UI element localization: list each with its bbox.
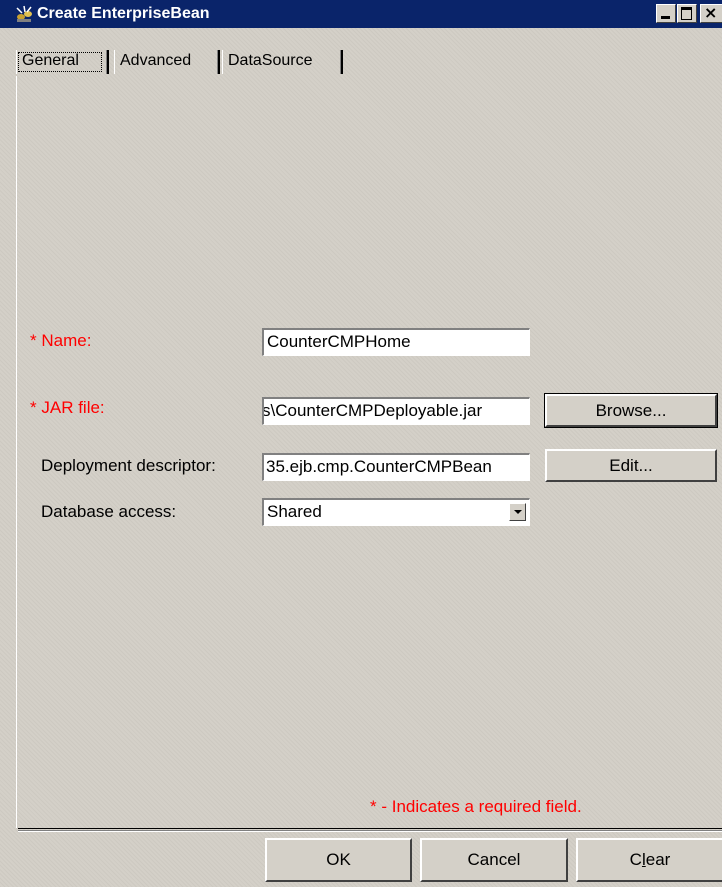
required-marker: * bbox=[30, 398, 37, 417]
tab-datasource[interactable]: DataSource bbox=[222, 46, 343, 76]
database-access-label: Database access: bbox=[41, 502, 177, 521]
tab-advanced[interactable]: Advanced bbox=[114, 46, 220, 76]
ok-button[interactable]: OK bbox=[265, 838, 412, 882]
browse-button[interactable]: Browse... bbox=[544, 393, 718, 428]
create-enterprisebean-window: Create EnterpriseBean × General Advanced… bbox=[0, 0, 722, 887]
database-access-value: Shared bbox=[267, 502, 322, 521]
clear-label-suffix: ear bbox=[645, 850, 671, 869]
jar-file-input-value: s\CounterCMPDeployable.jar bbox=[262, 401, 483, 420]
maximize-button[interactable] bbox=[677, 4, 697, 23]
required-field-note: * - Indicates a required field. bbox=[370, 797, 582, 816]
chevron-down-icon bbox=[514, 510, 522, 514]
deployment-descriptor-value: 35.ejb.cmp.CounterCMPBean bbox=[266, 457, 492, 476]
close-button[interactable]: × bbox=[700, 4, 722, 23]
jar-file-label: * JAR file: bbox=[30, 397, 105, 419]
deployment-descriptor-label: Deployment descriptor: bbox=[41, 456, 216, 475]
name-input-value: CounterCMPHome bbox=[267, 332, 411, 351]
jar-file-label-text: JAR file: bbox=[41, 398, 105, 417]
database-access-select[interactable]: Shared bbox=[262, 498, 530, 526]
clear-button[interactable]: Clear bbox=[576, 838, 722, 882]
divider bbox=[18, 830, 722, 832]
beans-app-icon bbox=[16, 5, 32, 22]
name-label-text: Name: bbox=[41, 331, 92, 350]
panel-edge bbox=[16, 76, 17, 828]
edit-button[interactable]: Edit... bbox=[545, 449, 717, 482]
tab-datasource-label: DataSource bbox=[228, 52, 313, 69]
minimize-icon bbox=[661, 16, 670, 19]
close-icon: × bbox=[704, 3, 718, 22]
minimize-button[interactable] bbox=[656, 4, 676, 23]
maximize-icon bbox=[681, 7, 692, 20]
required-marker: * bbox=[30, 331, 37, 350]
title-bar[interactable]: Create EnterpriseBean × bbox=[0, 0, 722, 28]
clear-label-prefix: C bbox=[629, 850, 642, 869]
name-input[interactable]: CounterCMPHome bbox=[262, 328, 530, 356]
deployment-descriptor-input[interactable]: 35.ejb.cmp.CounterCMPBean bbox=[262, 453, 530, 481]
tab-general[interactable]: General bbox=[16, 46, 109, 76]
name-label: * Name: bbox=[30, 330, 91, 352]
cancel-button[interactable]: Cancel bbox=[420, 838, 568, 882]
window-title: Create EnterpriseBean bbox=[37, 5, 210, 22]
dropdown-button[interactable] bbox=[509, 503, 526, 521]
tab-general-label: General bbox=[22, 52, 79, 69]
tab-advanced-label: Advanced bbox=[120, 52, 192, 69]
divider-line bbox=[18, 828, 722, 829]
jar-file-input[interactable]: s\CounterCMPDeployable.jar bbox=[262, 397, 530, 425]
